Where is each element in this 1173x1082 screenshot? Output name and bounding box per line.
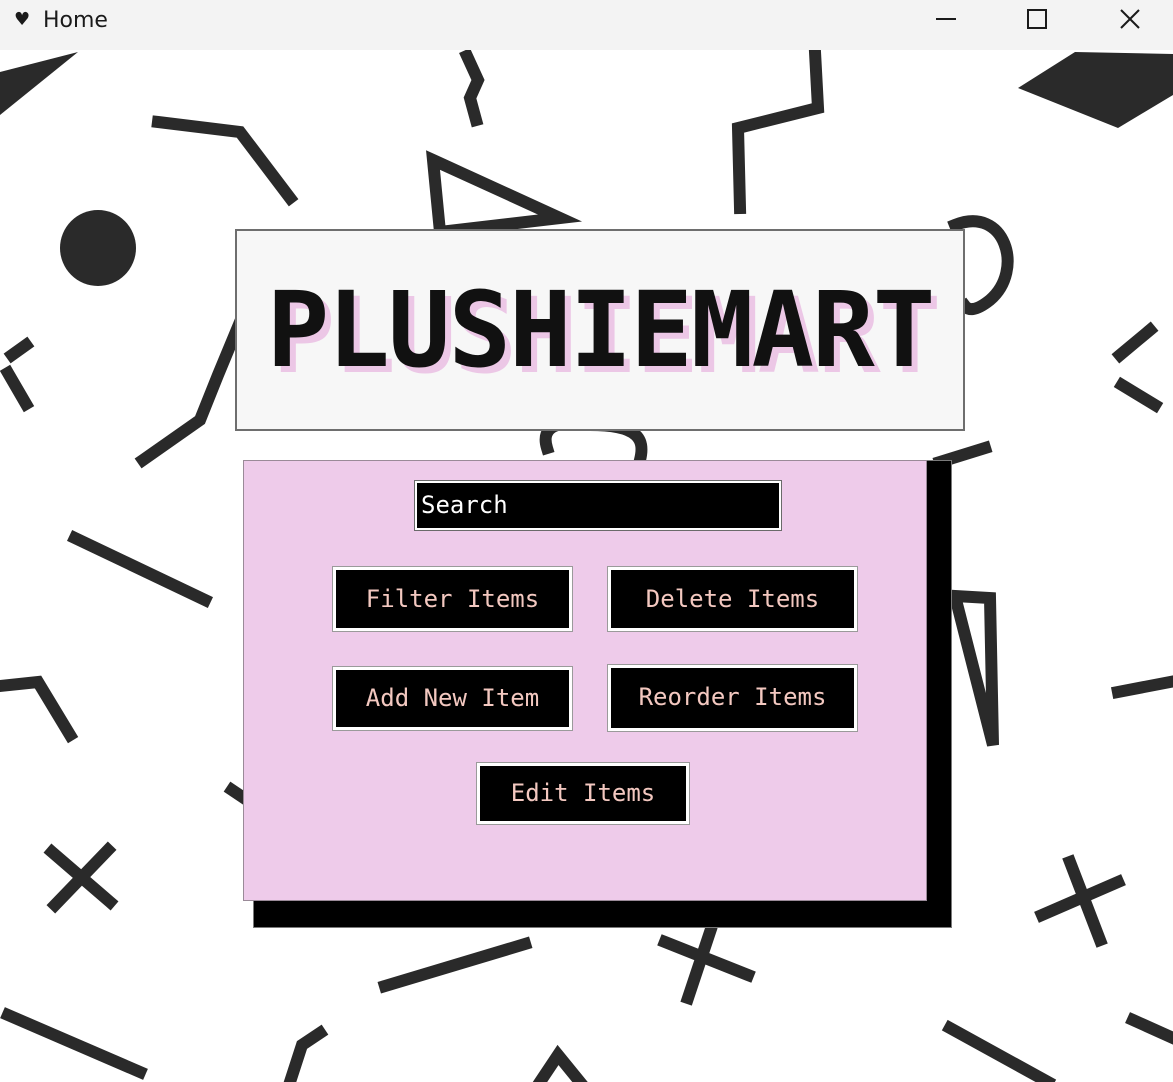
edit-items-button[interactable]: Edit Items — [476, 762, 690, 825]
reorder-items-button[interactable]: Reorder Items — [607, 664, 858, 732]
minimize-button[interactable] — [900, 0, 992, 42]
title-bar: ♥ Home — [0, 0, 1173, 50]
add-new-item-button[interactable]: Add New Item — [332, 666, 573, 731]
search-input[interactable]: Search — [414, 480, 782, 531]
maximize-button[interactable] — [991, 0, 1083, 42]
logo-banner: PLUSHIEMART — [235, 229, 965, 431]
window-title: Home — [43, 8, 108, 33]
minimize-icon — [936, 18, 956, 20]
close-icon — [1120, 9, 1140, 29]
maximize-icon — [1027, 9, 1047, 29]
heart-icon: ♥ — [14, 9, 31, 30]
filter-items-button[interactable]: Filter Items — [332, 566, 573, 632]
delete-items-button[interactable]: Delete Items — [607, 566, 858, 632]
close-button[interactable] — [1083, 0, 1173, 42]
logo-text: PLUSHIEMART — [266, 269, 936, 391]
